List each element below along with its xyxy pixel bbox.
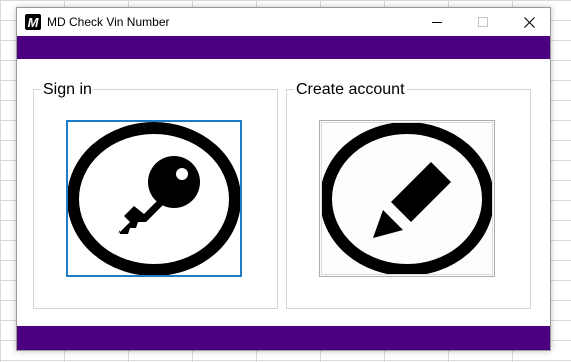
- create-account-button[interactable]: [319, 120, 495, 277]
- create-account-legend: Create account: [294, 81, 407, 99]
- close-button[interactable]: [506, 8, 552, 36]
- create-account-group: Create account: [286, 81, 531, 309]
- sign-in-group: Sign in: [33, 81, 278, 309]
- svg-text:M: M: [28, 15, 40, 30]
- window-title: MD Check Vin Number: [47, 15, 170, 29]
- footer-accent-bar: [17, 326, 550, 350]
- minimize-button[interactable]: [414, 8, 460, 36]
- app-logo-icon: M: [25, 14, 41, 30]
- maximize-button[interactable]: [460, 8, 506, 36]
- sign-in-legend: Sign in: [41, 81, 94, 99]
- main-panel: Sign in Create account: [17, 59, 550, 326]
- key-circle-icon: [68, 122, 240, 275]
- app-window: M MD Check Vin Number Sign in Create acc…: [16, 7, 551, 351]
- close-icon: [523, 16, 535, 28]
- title-bar[interactable]: M MD Check Vin Number: [17, 8, 550, 36]
- maximize-icon: [478, 17, 488, 27]
- header-accent-bar: [17, 36, 550, 59]
- sign-in-button[interactable]: [66, 120, 242, 277]
- minimize-icon: [432, 22, 442, 23]
- pencil-circle-icon: [321, 122, 493, 275]
